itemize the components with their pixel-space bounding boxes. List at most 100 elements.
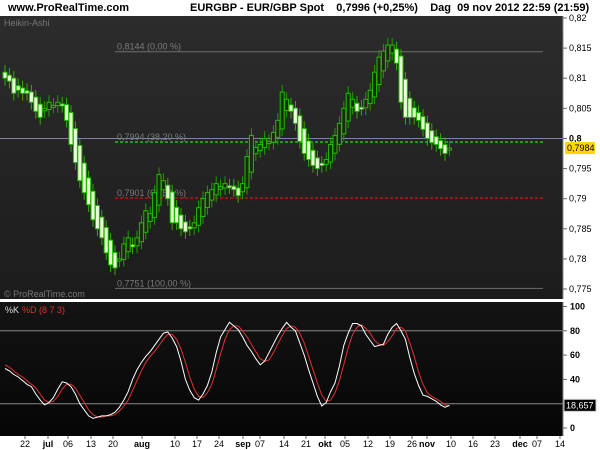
candle-down [438, 140, 444, 150]
fib-label: 0,8144 (0,00 %) [117, 42, 181, 52]
candle-down [429, 130, 435, 144]
month-label: okt [318, 439, 332, 449]
candle-up [350, 98, 356, 108]
date-label: 07 [255, 439, 265, 449]
candle-down [33, 96, 39, 112]
candle-down [182, 221, 188, 233]
candle-down [297, 115, 303, 142]
candle-up [336, 122, 342, 145]
candle-down [354, 102, 360, 112]
price-tick-label: 0,82 [569, 13, 587, 23]
stoch-tick-label: 100 [570, 302, 585, 312]
candle-down [306, 140, 312, 161]
candle-up [363, 98, 369, 109]
candle-down [165, 184, 171, 200]
date-label: 23 [490, 439, 500, 449]
candle-down [314, 157, 320, 170]
candle-up [46, 101, 52, 111]
date-label: 14 [555, 439, 565, 449]
candle-up [248, 134, 254, 173]
candle-down [235, 187, 241, 197]
date-label: 26 [407, 439, 417, 449]
candle-down [310, 149, 316, 167]
candle-down [288, 104, 294, 112]
candle-up [380, 50, 386, 72]
candle-up [372, 71, 378, 98]
candle-down [319, 162, 325, 167]
candle-down [112, 252, 118, 269]
candle-up [257, 143, 263, 152]
candle-up [147, 213, 153, 222]
candle-up [389, 44, 395, 54]
candle-down [90, 190, 96, 221]
price-tick-label: 0,795 [569, 164, 592, 174]
price-tick-label: 0,775 [569, 284, 592, 294]
date-label: 12 [363, 439, 373, 449]
candle-down [15, 85, 21, 91]
price-tick-label: 0,815 [569, 43, 592, 53]
candle-down [402, 78, 408, 118]
candle-down [6, 74, 12, 82]
candle-up [196, 207, 202, 226]
candle-up [209, 189, 215, 201]
date-label: 05 [340, 439, 350, 449]
candle-up [222, 183, 228, 189]
candle-up [345, 92, 351, 122]
candle-down [59, 103, 65, 107]
candle-down [130, 244, 136, 248]
candle-down [68, 112, 74, 145]
candle-down [81, 162, 87, 194]
candle-up [152, 192, 158, 219]
candle-up [376, 56, 382, 86]
month-label: jul [42, 439, 54, 449]
candle-up [42, 107, 48, 112]
candle-up [284, 98, 290, 111]
date-label: 20 [108, 439, 118, 449]
candle-down [301, 128, 307, 154]
candle-down [108, 239, 114, 266]
candle-up [240, 183, 246, 193]
chart-canvas[interactable]: Heikin-Ashi © ProRealTime.com 0,8144 (0,… [0, 0, 600, 450]
last-price-label: 0,7984 [567, 143, 595, 153]
candle-down [433, 136, 439, 145]
candle-down [398, 55, 404, 103]
stoch-tick-label: 0 [570, 423, 575, 433]
month-label: nov [419, 439, 435, 449]
price-tick-label: 0,79 [569, 194, 587, 204]
candle-down [72, 127, 78, 164]
candle-down [394, 48, 400, 64]
candle-down [11, 77, 17, 94]
stochastic-panel[interactable] [0, 302, 563, 436]
candle-down [94, 205, 100, 230]
stoch-tick-label: 40 [570, 374, 580, 384]
candle-down [77, 145, 83, 182]
fib-label: 0,7751 (100,00 %) [117, 278, 191, 288]
stoch-tick-label: 80 [570, 326, 580, 336]
indicator-label: Heikin-Ashi [4, 18, 50, 28]
candle-down [442, 144, 448, 155]
candle-up [275, 119, 281, 138]
price-tick-label: 0,785 [569, 224, 592, 234]
candle-up [191, 222, 197, 229]
candle-down [407, 97, 413, 118]
candle-up [262, 137, 268, 149]
candle-up [143, 210, 149, 233]
month-label: dec [512, 439, 528, 449]
candle-up [253, 146, 259, 155]
watermark: © ProRealTime.com [4, 289, 85, 299]
candle-up [270, 131, 276, 143]
candle-down [20, 87, 26, 94]
candle-up [213, 183, 219, 196]
candle-up [160, 180, 166, 191]
candle-up [204, 192, 210, 209]
candle-up [446, 147, 452, 151]
month-label: sep [235, 439, 251, 449]
candle-up [121, 243, 127, 261]
fib-label: 0,7994 (38,20 %) [117, 132, 186, 142]
candle-up [367, 89, 373, 105]
date-label: 06 [63, 439, 73, 449]
candle-down [416, 112, 422, 121]
candle-up [328, 143, 334, 163]
candle-down [358, 106, 364, 110]
candle-down [178, 214, 184, 230]
